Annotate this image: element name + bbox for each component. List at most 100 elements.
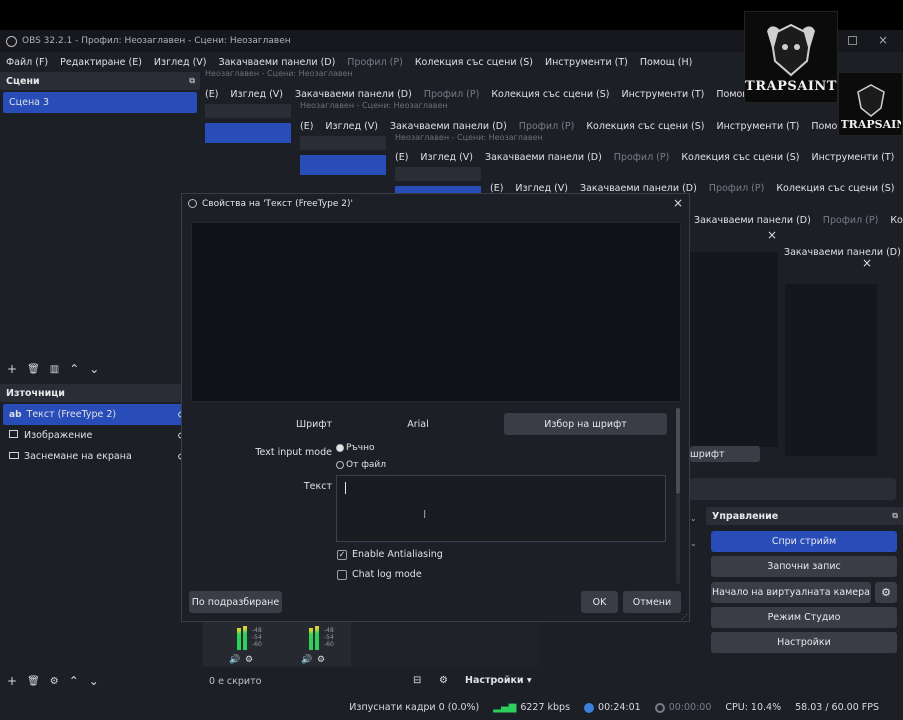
dropped-frames: Изпуснати кадри 0 (0.0%)	[349, 702, 480, 713]
undock-icon[interactable]: ⧉	[189, 76, 195, 86]
mixer-menu-icon[interactable]: ⚙	[245, 655, 253, 665]
ghost-dock-header-1	[205, 104, 291, 118]
ghost-preview-1	[690, 252, 778, 447]
dialog-title: Свойства на 'Текст (FreeType 2)'	[202, 198, 353, 209]
move-up-icon[interactable]: ⌃	[69, 362, 79, 376]
ghost-close-icon: ×	[767, 228, 778, 242]
dialog-close-icon[interactable]: ×	[673, 196, 683, 210]
sources-dock-header: Източници	[0, 384, 200, 402]
sources-title: Източници	[6, 387, 65, 399]
speaker-icon[interactable]: 🔊	[301, 655, 312, 665]
signal-bars-icon: ▂▄▆	[493, 702, 517, 713]
scenes-toolbar: + 🗑 ▥ ⌃ ⌄	[0, 360, 200, 378]
ghost-menubar-2: (E) Изглед (V) Закачваеми панели (D) Профил…	[296, 117, 903, 135]
scenes-dock-header: Сцени ⧉	[0, 72, 200, 90]
ghost-scene-selected-1	[205, 123, 291, 143]
radio-from-file[interactable]: От файл	[336, 460, 386, 470]
scenes-title: Сцени	[6, 75, 40, 87]
font-label: Шрифт	[295, 419, 332, 430]
controls-dock-header: Управление ⧉	[706, 507, 903, 525]
source-label: Изображение	[24, 430, 93, 441]
ghost-preview-2	[785, 284, 877, 456]
add-scene-icon[interactable]: +	[7, 362, 17, 376]
menu-view[interactable]: Изглед (V)	[154, 57, 207, 68]
stop-stream-button[interactable]: Спри стрийм	[711, 531, 897, 552]
text-properties-dialog: Свойства на 'Текст (FreeType 2)' × Шрифт…	[181, 193, 690, 622]
chat-log-checkbox[interactable]: Chat log mode	[337, 569, 422, 580]
text-input-mode-label: Text input mode	[255, 447, 332, 458]
source-label: Текст (FreeType 2)	[26, 409, 117, 420]
scene-item[interactable]: Сцена 3	[3, 92, 197, 113]
layout-icon[interactable]: ⊟	[413, 675, 421, 686]
window-title: OBS 32.2.1 - Профил: Неозаглавен - Сцени…	[22, 36, 291, 46]
ghost-input	[690, 478, 896, 500]
menu-profile[interactable]: Профил (P)	[347, 57, 403, 68]
meter-ticks: -48 -54 -60	[252, 627, 262, 648]
source-down-icon[interactable]: ⌄	[89, 674, 99, 688]
ghost-subtitle-3: Неозаглавен - Сцени: Неозаглавен	[395, 133, 543, 142]
cancel-button[interactable]: Отмени	[623, 591, 681, 613]
radio-manual[interactable]: Ръчно	[336, 443, 375, 453]
move-down-icon[interactable]: ⌄	[89, 362, 99, 376]
ghost-scene-selected-2	[300, 155, 386, 175]
mixer-footer: 0 е скрито ⊟ ⚙ Настройки ▾	[201, 670, 539, 692]
menu-file[interactable]: Файл (F)	[6, 57, 48, 68]
maximize-icon[interactable]	[848, 36, 857, 45]
live-icon	[584, 702, 595, 713]
advanced-audio-icon[interactable]: ⚙	[439, 675, 448, 686]
speaker-icon[interactable]: 🔊	[229, 655, 240, 665]
start-recording-button[interactable]: Започни запис	[711, 556, 897, 577]
menu-scene-collection[interactable]: Колекция със сцени (S)	[415, 57, 533, 68]
radio-empty-icon	[336, 461, 344, 469]
ghost-dock-header-3	[395, 167, 481, 181]
record-timer: 00:00:00	[654, 702, 711, 713]
menu-docks[interactable]: Закачваеми панели (D)	[219, 57, 336, 68]
mixer-settings-button[interactable]: Настройки ▾	[465, 675, 532, 686]
checkbox-checked-icon: ✓	[337, 549, 347, 560]
mixer-menu-icon[interactable]: ⚙	[317, 655, 325, 665]
controls-title: Управление	[712, 510, 779, 522]
mixer-channel-2: -48 -54 -60 🔊 ⚙	[279, 622, 349, 666]
ok-button[interactable]: OK	[581, 591, 618, 613]
source-item-text[interactable]: ab Текст (FreeType 2)	[3, 404, 197, 425]
remove-scene-icon[interactable]: 🗑	[27, 364, 40, 375]
ghost-subtitle-2: Неозаглавен - Сцени: Неозаглавен	[300, 101, 448, 110]
scene-filters-icon[interactable]: ▥	[50, 364, 59, 375]
virtual-camera-settings-icon[interactable]: ⚙	[875, 582, 897, 603]
text-input[interactable]: I	[336, 475, 666, 542]
select-font-button[interactable]: Избор на шрифт	[504, 413, 667, 435]
ghost-menubar-5: Закачваеми панели (D)Профил (P)Колекция …	[690, 211, 903, 229]
checkbox-empty-icon	[337, 569, 347, 580]
source-up-icon[interactable]: ⌃	[69, 674, 79, 688]
start-virtual-camera-button[interactable]: Начало на виртуалната камера	[711, 582, 871, 603]
properties-scrollbar[interactable]	[676, 408, 680, 494]
volume-meter	[243, 626, 247, 650]
logo-text-small: TRAPSAINT	[840, 118, 901, 131]
cpu-usage: CPU: 10.4%	[725, 702, 782, 713]
monitor-icon	[9, 452, 19, 459]
remove-source-icon[interactable]: 🗑	[27, 676, 40, 687]
trapsaint-logo: TRAPSAINT	[744, 11, 838, 103]
defaults-button[interactable]: По подразбиране	[189, 591, 282, 613]
resize-grip-icon[interactable]: ⋰	[681, 613, 688, 621]
menu-help[interactable]: Помощ (H)	[640, 57, 692, 68]
source-item-display[interactable]: Заснемане на екрана	[3, 446, 197, 467]
menu-tools[interactable]: Инструменти (T)	[545, 57, 628, 68]
antialiasing-checkbox[interactable]: ✓ Enable Antialiasing	[337, 549, 443, 560]
studio-mode-button[interactable]: Режим Студио	[711, 607, 897, 628]
ghost-dialog-bar-1: ×	[690, 228, 782, 248]
settings-button[interactable]: Настройки	[711, 632, 897, 653]
hidden-count: 0 е скрито	[209, 675, 262, 687]
menu-edit[interactable]: Редактиране (E)	[60, 57, 142, 68]
source-label: Заснемане на екрана	[24, 451, 132, 462]
add-source-icon[interactable]: +	[7, 674, 17, 688]
text-cursor	[345, 482, 346, 494]
trapsaint-emblem-small-icon	[856, 84, 885, 117]
undock-icon[interactable]: ⧉	[892, 511, 898, 521]
source-properties-icon[interactable]: ⚙	[50, 676, 59, 687]
scene-item-label: Сцена 3	[9, 97, 50, 108]
ghost-scroll-arrows: ⌄ ⌄	[690, 514, 697, 548]
source-item-image[interactable]: Изображение	[3, 425, 197, 446]
obs-logo-icon	[188, 199, 197, 208]
close-icon[interactable]: ×	[878, 33, 888, 47]
